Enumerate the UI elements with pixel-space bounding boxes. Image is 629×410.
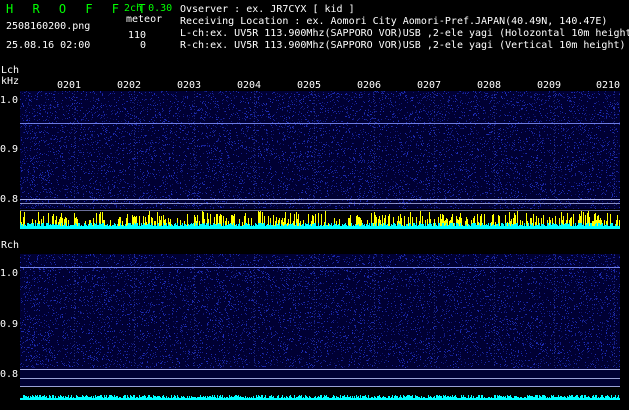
lch-info-line: L-ch:ex. UV5R 113.900Mhz(SAPPORO VOR)USB… bbox=[180, 28, 629, 39]
time-tick: 0202 bbox=[117, 80, 142, 91]
location-line: Receiving Location : ex. Aomori City Aom… bbox=[180, 16, 608, 27]
lch-label: Lch bbox=[1, 65, 20, 76]
time-tick: 0203 bbox=[177, 80, 202, 91]
freq-tick-l-0.8: 0.8 bbox=[0, 194, 19, 205]
freq-tick-r-0.9: 0.9 bbox=[0, 319, 19, 330]
time-tick: 0204 bbox=[237, 80, 262, 91]
freq-tick-l-1.0: 1.0 bbox=[0, 95, 19, 106]
time-tick: 0207 bbox=[417, 80, 442, 91]
meteor-label: meteor bbox=[126, 14, 163, 25]
khz-label: kHz bbox=[1, 76, 20, 87]
observer-line: Ovserver : ex. JR7CYX [ kid ] bbox=[180, 4, 355, 15]
time-tick: 0208 bbox=[477, 80, 502, 91]
meteor-count-rch: 0 bbox=[139, 40, 146, 51]
time-tick: 0210 bbox=[596, 80, 621, 91]
rch-spectrogram bbox=[20, 254, 620, 404]
time-tick: 0205 bbox=[297, 80, 322, 91]
datetime-label: 25.08.16 02:00 bbox=[6, 40, 91, 51]
time-tick: 0206 bbox=[357, 80, 382, 91]
freq-tick-r-1.0: 1.0 bbox=[0, 268, 19, 279]
version-label: 2ch 0.30 bbox=[124, 3, 173, 14]
freq-tick-l-0.9: 0.9 bbox=[0, 144, 19, 155]
filename-label: 2508160200.png bbox=[6, 21, 91, 32]
lch-spectrogram bbox=[20, 91, 620, 231]
time-tick: 0201 bbox=[57, 80, 82, 91]
lch-spectrogram-canvas bbox=[20, 91, 620, 231]
rch-label: Rch bbox=[1, 240, 20, 251]
freq-tick-r-0.8: 0.8 bbox=[0, 369, 19, 380]
rch-spectrogram-canvas bbox=[20, 254, 620, 404]
time-tick: 0209 bbox=[537, 80, 562, 91]
rch-info-line: R-ch:ex. UV5R 113.900Mhz(SAPPORO VOR)USB… bbox=[180, 40, 626, 51]
